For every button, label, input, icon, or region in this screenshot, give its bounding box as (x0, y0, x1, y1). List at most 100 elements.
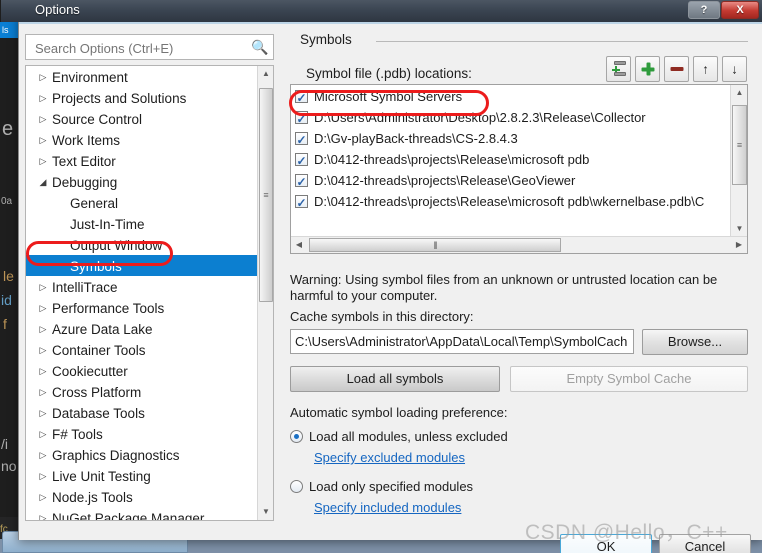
search-input[interactable] (33, 39, 243, 57)
tree-item-label: Cross Platform (52, 384, 142, 400)
scroll-up-icon[interactable]: ▲ (731, 85, 748, 101)
tree-item-symbols[interactable]: Symbols (26, 255, 258, 276)
chevron-right-icon[interactable]: ▷ (34, 130, 52, 151)
cache-directory-input[interactable] (290, 329, 634, 354)
tree-item-label: Symbols (70, 258, 122, 274)
scroll-down-icon[interactable]: ▼ (258, 504, 273, 520)
remove-location-button[interactable] (664, 56, 689, 82)
tree-scrollbar-thumb[interactable] (259, 88, 273, 302)
tree-item-performance-tools[interactable]: ▷ Performance Tools (26, 297, 258, 318)
browse-button[interactable]: Browse... (642, 329, 748, 355)
chevron-right-icon[interactable]: ▷ (34, 466, 52, 487)
add-location-button[interactable] (635, 56, 660, 82)
scroll-right-icon[interactable]: ▶ (731, 237, 747, 253)
radio-load-only-specified[interactable]: Load only specified modules (290, 478, 473, 494)
chevron-right-icon[interactable]: ▷ (34, 298, 52, 319)
checkbox-checked-icon[interactable] (295, 88, 308, 109)
bg-code-ghost: id (1, 292, 12, 308)
tree-item-container-tools[interactable]: ▷ Container Tools (26, 339, 258, 360)
tree-item-source-control[interactable]: ▷ Source Control (26, 108, 258, 129)
tree-item-cross-platform[interactable]: ▷ Cross Platform (26, 381, 258, 402)
scroll-up-icon[interactable]: ▲ (258, 66, 273, 82)
tree-item-just-in-time[interactable]: Just-In-Time (26, 213, 258, 234)
list-hscroll-thumb[interactable] (309, 238, 561, 252)
ok-button[interactable]: OK (560, 534, 652, 553)
chevron-right-icon[interactable]: ▷ (34, 361, 52, 382)
specify-included-modules-link[interactable]: Specify included modules (314, 500, 461, 515)
chevron-right-icon[interactable]: ▷ (34, 67, 52, 88)
tree-item-graphics-diagnostics[interactable]: ▷ Graphics Diagnostics (26, 444, 258, 465)
tree-item-output-window[interactable]: Output Window (26, 234, 258, 255)
chevron-right-icon[interactable]: ▷ (34, 508, 52, 520)
symbol-locations-label: Symbol file (.pdb) locations: (306, 66, 472, 81)
load-all-symbols-button[interactable]: Load all symbols (290, 366, 500, 392)
tree-item-label: General (70, 195, 119, 211)
symbol-location-row[interactable]: D:\0412-threads\projects\Release\GeoView… (291, 169, 729, 193)
specify-excluded-modules-link[interactable]: Specify excluded modules (314, 450, 465, 465)
tree-item-debugging[interactable]: ◢ Debugging (26, 171, 258, 192)
close-button[interactable]: X (721, 1, 759, 19)
symbol-location-row[interactable]: D:\Gv-playBack-threads\CS-2.8.4.3 (291, 127, 729, 151)
chevron-right-icon[interactable]: ▷ (34, 88, 52, 109)
tree-item-projects-and-solutions[interactable]: ▷ Projects and Solutions (26, 87, 258, 108)
checkbox-checked-icon[interactable] (295, 172, 308, 193)
symbol-location-row[interactable]: Microsoft Symbol Servers (291, 85, 729, 109)
move-up-button[interactable]: ↑ (693, 56, 718, 82)
tree-item-azure-data-lake[interactable]: ▷ Azure Data Lake (26, 318, 258, 339)
chevron-right-icon[interactable]: ▷ (34, 487, 52, 508)
symbol-location-row[interactable]: D:\Users\Administrator\Desktop\2.8.2.3\R… (291, 106, 729, 130)
tree-item-database-tools[interactable]: ▷ Database Tools (26, 402, 258, 423)
radio-load-all-modules-label: Load all modules, unless excluded (309, 429, 508, 445)
symbol-location-row[interactable]: D:\0412-threads\projects\Release\microso… (291, 190, 729, 214)
chevron-right-icon[interactable]: ▷ (34, 403, 52, 424)
scroll-down-icon[interactable]: ▼ (731, 221, 748, 237)
tree-scrollbar[interactable]: ▲ ▼ (257, 66, 273, 520)
plus-icon (641, 62, 654, 76)
search-icon[interactable]: 🔍 (251, 39, 268, 55)
tree-item-f-tools[interactable]: ▷ F# Tools (26, 423, 258, 444)
chevron-right-icon[interactable]: ▷ (34, 340, 52, 361)
tree-item-label: Live Unit Testing (52, 468, 151, 484)
chevron-right-icon[interactable]: ▷ (34, 151, 52, 172)
bg-code-ghost: e (2, 118, 14, 140)
checkbox-checked-icon[interactable] (295, 193, 308, 214)
tree-item-label: Source Control (52, 111, 143, 127)
symbol-location-label: D:\Users\Administrator\Desktop\2.8.2.3\R… (314, 110, 646, 126)
chevron-right-icon[interactable]: ▷ (34, 382, 52, 403)
checkbox-checked-icon[interactable] (295, 151, 308, 172)
checkbox-checked-icon[interactable] (295, 130, 308, 151)
search-box[interactable]: 🔍 (25, 34, 274, 60)
list-horizontal-scrollbar[interactable]: ◀ ▶ (291, 236, 747, 253)
tree-item-cookiecutter[interactable]: ▷ Cookiecutter (26, 360, 258, 381)
chevron-right-icon[interactable]: ▷ (34, 445, 52, 466)
tree-item-node-js-tools[interactable]: ▷ Node.js Tools (26, 486, 258, 507)
empty-symbol-cache-label: Empty Symbol Cache (566, 371, 692, 386)
help-button[interactable]: ? (688, 1, 720, 19)
move-down-button[interactable]: ↓ (722, 56, 747, 82)
tree-item-environment[interactable]: ▷ Environment (26, 66, 258, 87)
tree-item-live-unit-testing[interactable]: ▷ Live Unit Testing (26, 465, 258, 486)
chevron-right-icon[interactable]: ▷ (34, 277, 52, 298)
tree-item-label: Text Editor (52, 153, 116, 169)
tree-item-work-items[interactable]: ▷ Work Items (26, 129, 258, 150)
tree-item-nuget-package-manager[interactable]: ▷ NuGet Package Manager (26, 507, 258, 520)
scroll-left-icon[interactable]: ◀ (291, 237, 307, 253)
tree-item-general[interactable]: General (26, 192, 258, 213)
symbol-locations-list[interactable]: Microsoft Symbol Servers D:\Users\Adminis… (290, 84, 748, 254)
new-symbol-server-button[interactable] (606, 56, 631, 82)
list-vscroll-thumb[interactable] (732, 105, 747, 185)
cancel-button[interactable]: Cancel (659, 534, 751, 553)
chevron-right-icon[interactable]: ▷ (34, 319, 52, 340)
chevron-down-icon[interactable]: ◢ (34, 172, 52, 193)
chevron-right-icon[interactable]: ▷ (34, 109, 52, 130)
list-vertical-scrollbar[interactable]: ▲ ▼ (730, 85, 747, 237)
chevron-right-icon[interactable]: ▷ (34, 424, 52, 445)
vs-tool-tab[interactable]: ls (0, 22, 18, 38)
radio-load-all-modules[interactable]: Load all modules, unless excluded (290, 428, 508, 444)
tree-item-intellitrace[interactable]: ▷ IntelliTrace (26, 276, 258, 297)
tree-item-label: F# Tools (52, 426, 103, 442)
symbol-location-row[interactable]: D:\0412-threads\projects\Release\microso… (291, 148, 729, 172)
tree-item-text-editor[interactable]: ▷ Text Editor (26, 150, 258, 171)
symbol-location-label: Microsoft Symbol Servers (314, 89, 463, 105)
checkbox-checked-icon[interactable] (295, 109, 308, 130)
